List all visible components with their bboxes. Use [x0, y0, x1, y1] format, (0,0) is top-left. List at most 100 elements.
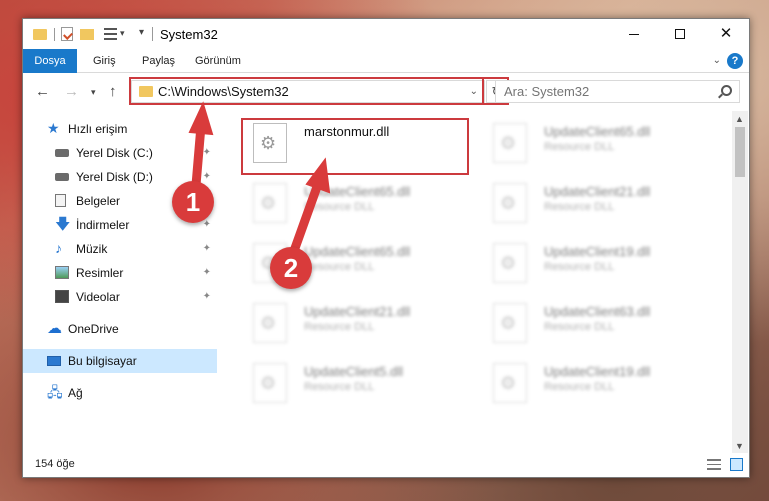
- item-count: 154 öğe: [35, 458, 75, 470]
- file-explorer-window: ▾ ▾ System32 ✕ Dosya Giriş Paylaş Görünü…: [22, 18, 750, 478]
- file-type: Resource DLL: [304, 381, 375, 393]
- sidebar-item-label: Müzik: [76, 242, 108, 256]
- dll-file-icon: [493, 303, 527, 343]
- file-name: UpdateClient19.dll: [544, 244, 651, 259]
- window-title: System32: [160, 27, 218, 42]
- sidebar-item-label: Videolar: [76, 290, 120, 304]
- pin-icon[interactable]: ✦: [203, 285, 211, 309]
- scroll-down-icon[interactable]: ▼: [735, 441, 744, 451]
- step-1-badge: 1: [172, 181, 214, 223]
- navigation-pane: ★ Hızlı erişim Yerel Disk (C:) ✦ Yerel D…: [23, 111, 217, 454]
- title-divider: [152, 27, 153, 41]
- file-item[interactable]: UpdateClient5.dll Resource DLL: [243, 357, 473, 407]
- search-icon[interactable]: [721, 85, 732, 96]
- large-icons-view-icon[interactable]: [730, 458, 743, 471]
- cloud-icon: ☁: [47, 320, 62, 337]
- up-arrow-icon[interactable]: ↑: [109, 83, 117, 100]
- star-icon: ★: [47, 120, 60, 136]
- pin-icon[interactable]: ✦: [203, 237, 211, 261]
- customize-toolbar-icon[interactable]: ▾: [139, 27, 144, 38]
- file-name: UpdateClient21.dll: [544, 184, 651, 199]
- file-item[interactable]: UpdateClient65.dll Resource DLL: [483, 117, 713, 167]
- sidebar-item-label: Bu bilgisayar: [68, 354, 137, 368]
- close-button[interactable]: ✕: [703, 19, 749, 49]
- view-options-icon[interactable]: [104, 28, 117, 40]
- minimize-button[interactable]: [611, 19, 657, 49]
- tab-home[interactable]: Giriş: [85, 49, 124, 73]
- sidebar-item-onedrive[interactable]: ☁ OneDrive: [23, 317, 217, 341]
- file-type: Resource DLL: [544, 321, 615, 333]
- scroll-up-icon[interactable]: ▲: [735, 114, 744, 124]
- sidebar-item-label: Hızlı erişim: [68, 122, 128, 136]
- computer-icon: [47, 356, 61, 366]
- sidebar-item-this-pc[interactable]: Bu bilgisayar: [23, 349, 217, 373]
- folder-icon[interactable]: [33, 29, 47, 40]
- status-bar: 154 öğe: [23, 453, 749, 477]
- chevron-down-icon[interactable]: ▾: [120, 28, 125, 39]
- pictures-icon: [55, 266, 69, 279]
- recent-locations-icon[interactable]: ▾: [91, 87, 96, 98]
- sidebar-item-label: Yerel Disk (D:): [76, 170, 153, 184]
- sidebar-item-videos[interactable]: Videolar ✦: [23, 285, 217, 309]
- tab-file[interactable]: Dosya: [23, 49, 77, 73]
- tab-share[interactable]: Paylaş: [134, 49, 183, 73]
- documents-icon: [55, 194, 66, 207]
- title-bar: ▾ ▾ System32 ✕: [23, 19, 749, 49]
- file-name: UpdateClient65.dll: [304, 244, 411, 259]
- file-item[interactable]: UpdateClient63.dll Resource DLL: [483, 297, 713, 347]
- help-icon[interactable]: ?: [727, 53, 743, 69]
- file-type: Resource DLL: [544, 381, 615, 393]
- details-view-icon[interactable]: [707, 459, 721, 470]
- vertical-scrollbar[interactable]: ▲ ▼: [732, 111, 748, 454]
- dll-file-icon: [493, 363, 527, 403]
- new-folder-icon[interactable]: [80, 29, 94, 40]
- file-name: UpdateClient19.dll: [544, 364, 651, 379]
- sidebar-item-network[interactable]: 🖧 Ağ: [23, 381, 217, 405]
- sidebar-item-quick-access[interactable]: ★ Hızlı erişim: [23, 117, 217, 141]
- search-input[interactable]: [504, 84, 704, 99]
- expand-ribbon-icon[interactable]: ⌄: [713, 55, 721, 66]
- tab-view[interactable]: Görünüm: [187, 49, 249, 73]
- scrollbar-thumb[interactable]: [735, 127, 745, 177]
- file-item[interactable]: UpdateClient19.dll Resource DLL: [483, 237, 713, 287]
- sidebar-item-disk-c[interactable]: Yerel Disk (C:) ✦: [23, 141, 217, 165]
- file-highlight-box: [241, 118, 469, 175]
- file-item[interactable]: UpdateClient21.dll Resource DLL: [483, 177, 713, 227]
- maximize-icon: [675, 29, 685, 40]
- file-type: Resource DLL: [304, 261, 375, 273]
- forward-arrow-icon[interactable]: →: [64, 83, 79, 100]
- dll-file-icon: [493, 243, 527, 283]
- sidebar-item-music[interactable]: ♪ Müzik ✦: [23, 237, 217, 261]
- file-item[interactable]: UpdateClient19.dll Resource DLL: [483, 357, 713, 407]
- dll-file-icon: [253, 183, 287, 223]
- dll-file-icon: [253, 363, 287, 403]
- file-type: Resource DLL: [304, 201, 375, 213]
- file-type: Resource DLL: [544, 261, 615, 273]
- network-icon: 🖧: [47, 384, 63, 400]
- pin-icon[interactable]: ✦: [203, 141, 211, 165]
- back-arrow-icon[interactable]: ←: [35, 83, 50, 100]
- search-box[interactable]: [495, 80, 740, 103]
- sidebar-item-pictures[interactable]: Resimler ✦: [23, 261, 217, 285]
- music-icon: ♪: [55, 240, 62, 256]
- maximize-button[interactable]: [657, 19, 703, 49]
- disk-icon: [55, 149, 69, 157]
- toolbar-divider: [54, 28, 55, 41]
- videos-icon: [55, 290, 69, 303]
- disk-icon: [55, 173, 69, 181]
- address-highlight-box: [129, 77, 484, 105]
- sidebar-item-label: Resimler: [76, 266, 124, 280]
- sidebar-item-label: Belgeler: [76, 194, 121, 208]
- file-item[interactable]: UpdateClient21.dll Resource DLL: [243, 297, 473, 347]
- file-name: UpdateClient65.dll: [544, 124, 651, 139]
- navigation-bar: ← → ▾ ↑ C:\Windows\System32 ⌄ ↻: [23, 74, 749, 110]
- file-type: Resource DLL: [544, 201, 615, 213]
- file-item[interactable]: UpdateClient65.dll Resource DLL: [243, 177, 473, 227]
- sidebar-item-label: İndirmeler: [76, 218, 130, 232]
- pin-icon[interactable]: ✦: [203, 261, 211, 285]
- sidebar-item-label: Yerel Disk (C:): [76, 146, 153, 160]
- sidebar-item-label: Ağ: [68, 386, 83, 400]
- dll-file-icon: [253, 303, 287, 343]
- file-name: UpdateClient65.dll: [304, 184, 411, 199]
- properties-icon[interactable]: [61, 27, 73, 41]
